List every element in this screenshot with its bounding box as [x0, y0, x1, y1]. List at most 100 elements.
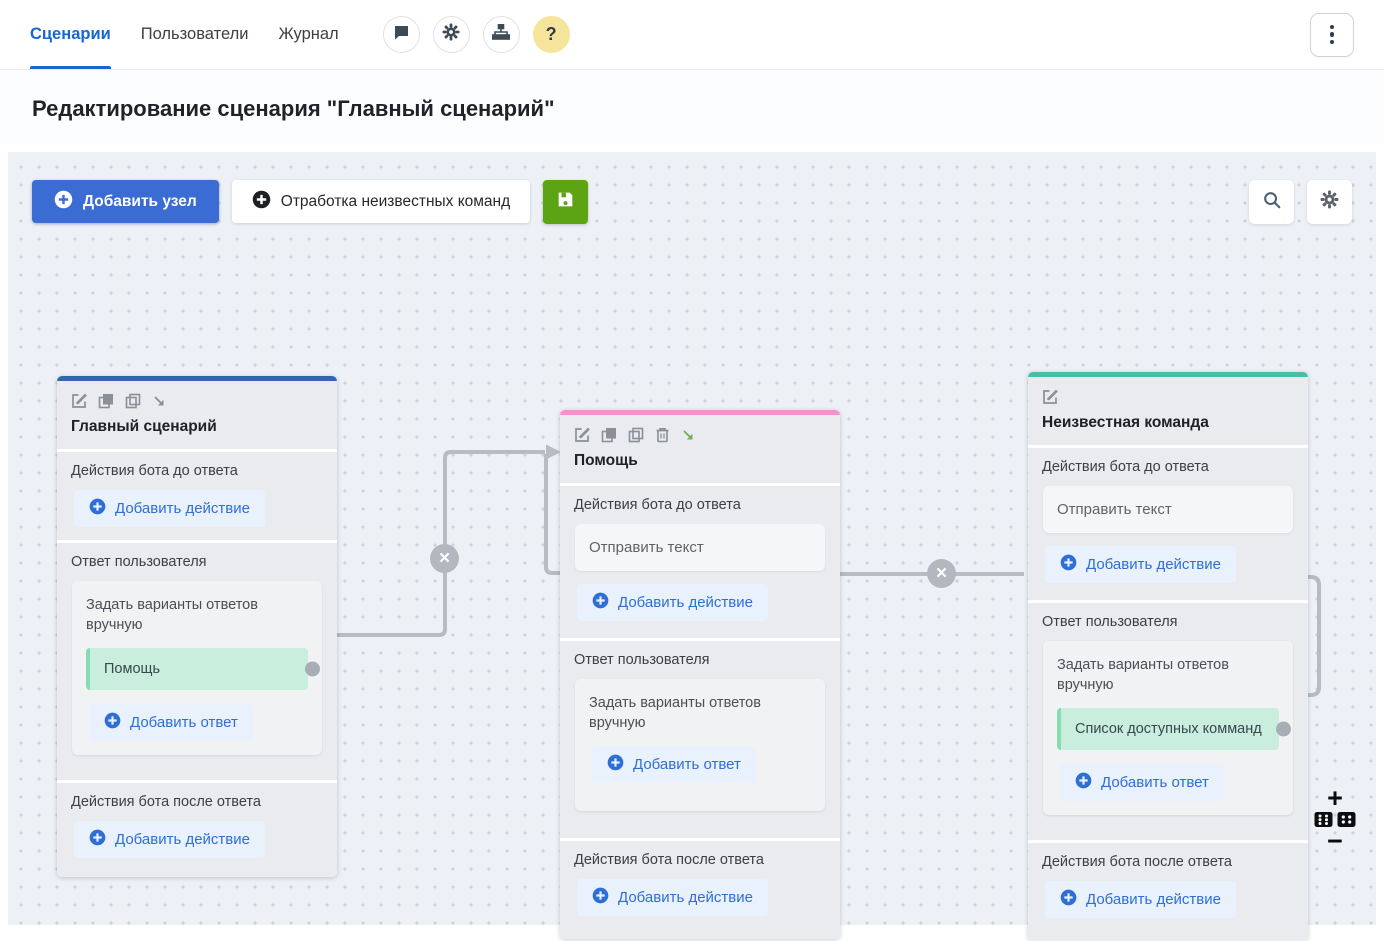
- plus-circle-icon: [1060, 554, 1077, 575]
- section-label: Действия бота после ответа: [1042, 854, 1294, 870]
- sitemap-button[interactable]: [483, 16, 520, 53]
- node-header: Неизвестная команда: [1028, 377, 1308, 445]
- add-answer-label: Добавить ответ: [633, 756, 741, 773]
- manual-variants-label: Задать варианты ответов вручную: [589, 693, 811, 734]
- section-label: Ответ пользователя: [71, 554, 323, 570]
- add-answer-button[interactable]: Добавить ответ: [592, 746, 756, 783]
- plus-circle-icon: [104, 712, 121, 733]
- connector-dot[interactable]: [305, 661, 320, 676]
- save-icon: [555, 189, 576, 215]
- add-action-button[interactable]: Добавить действие: [577, 879, 768, 916]
- add-answer-button[interactable]: Добавить ответ: [1060, 764, 1224, 801]
- action-send-text[interactable]: Отправить текст: [575, 524, 825, 571]
- plus-circle-icon: [592, 592, 609, 613]
- node-title: Помощь: [574, 452, 826, 470]
- section-user-answer: Ответ пользователя Задать варианты ответ…: [1028, 603, 1308, 840]
- unknown-commands-button[interactable]: Отработка неизвестных команд: [232, 180, 530, 223]
- zoom-in-button[interactable]: +: [1327, 786, 1343, 810]
- copy-filled-icon[interactable]: [601, 427, 617, 443]
- node-main-scenario[interactable]: Главный сценарий Действия бота до ответа…: [57, 376, 337, 877]
- canvas-view-controls: + −: [1308, 786, 1362, 853]
- top-nav: Сценарии Пользователи Журнал: [0, 0, 1384, 70]
- tab-users[interactable]: Пользователи: [141, 0, 249, 69]
- tab-scenarios[interactable]: Сценарии: [30, 0, 111, 69]
- plus-circle-icon: [1075, 772, 1092, 793]
- add-answer-button[interactable]: Добавить ответ: [89, 704, 253, 741]
- add-action-button[interactable]: Добавить действие: [74, 490, 265, 527]
- section-label: Ответ пользователя: [574, 652, 826, 668]
- section-label: Действия бота до ответа: [71, 463, 323, 479]
- plus-circle-icon: [89, 498, 106, 519]
- kebab-dot: [1330, 40, 1335, 45]
- edit-icon[interactable]: [574, 427, 590, 443]
- title-strip: Редактирование сценария "Главный сценари…: [0, 70, 1384, 144]
- section-label: Ответ пользователя: [1042, 614, 1294, 630]
- section-label: Действия бота до ответа: [574, 497, 826, 513]
- add-action-label: Добавить действие: [115, 500, 250, 517]
- add-action-button[interactable]: Добавить действие: [74, 821, 265, 858]
- add-action-label: Добавить действие: [618, 889, 753, 906]
- kebab-dot: [1330, 32, 1335, 37]
- answer-chip-commands[interactable]: Список доступных комманд: [1057, 708, 1279, 750]
- plus-circle-icon: [607, 754, 624, 775]
- edit-icon[interactable]: [71, 393, 87, 409]
- kebab-menu-button[interactable]: [1310, 13, 1354, 57]
- settings-button[interactable]: [433, 16, 470, 53]
- answer-card[interactable]: Задать варианты ответов вручную Помощь Д…: [72, 581, 322, 755]
- canvas-settings-button[interactable]: [1307, 180, 1352, 224]
- delete-connection-button[interactable]: ×: [927, 559, 956, 588]
- section-label: Действия бота до ответа: [1042, 459, 1294, 475]
- section-after-answer: Действия бота после ответа Добавить дейс…: [57, 783, 337, 877]
- connector-dot[interactable]: [1276, 721, 1291, 736]
- section-before-answer: Действия бота до ответа Отправить текст …: [560, 486, 840, 638]
- wire-help-entry: [546, 454, 560, 573]
- section-label: Действия бота после ответа: [574, 852, 826, 868]
- answer-chip-help[interactable]: Помощь: [86, 648, 308, 690]
- section-label: Действия бота после ответа: [71, 794, 323, 810]
- node-title: Главный сценарий: [71, 418, 323, 436]
- chat-icon: [393, 24, 410, 46]
- add-action-label: Добавить действие: [1086, 556, 1221, 573]
- node-unknown-command[interactable]: Неизвестная команда Действия бота до отв…: [1028, 372, 1308, 941]
- delete-connection-button[interactable]: ×: [430, 544, 459, 573]
- add-action-button[interactable]: Добавить действие: [1045, 546, 1236, 583]
- sitemap-icon: [492, 24, 510, 45]
- save-button[interactable]: [543, 180, 588, 224]
- chat-button[interactable]: [383, 16, 420, 53]
- kebab-menu-icon: [1330, 25, 1335, 30]
- answer-card[interactable]: Задать варианты ответов вручную Добавить…: [575, 679, 825, 811]
- scenario-canvas[interactable]: Добавить узел Отработка неизвестных кома…: [8, 152, 1376, 925]
- trash-icon[interactable]: [655, 427, 670, 443]
- answer-chip-label: Список доступных комманд: [1075, 721, 1262, 737]
- manual-variants-label: Задать варианты ответов вручную: [1057, 655, 1279, 696]
- plus-circle-icon: [252, 190, 271, 214]
- copy-outline-icon[interactable]: [628, 427, 644, 443]
- manual-variants-label: Задать варианты ответов вручную: [86, 595, 308, 636]
- plus-circle-icon: [592, 887, 609, 908]
- zoom-out-button[interactable]: −: [1327, 829, 1343, 853]
- section-before-answer: Действия бота до ответа Добавить действи…: [57, 452, 337, 540]
- resize-arrow-icon[interactable]: [152, 394, 166, 408]
- edit-icon[interactable]: [1042, 389, 1058, 405]
- plus-circle-icon: [1060, 889, 1077, 910]
- add-node-button[interactable]: Добавить узел: [32, 180, 219, 223]
- add-action-button[interactable]: Добавить действие: [577, 584, 768, 621]
- plus-circle-icon: [54, 190, 73, 214]
- search-icon: [1262, 190, 1282, 215]
- action-send-text[interactable]: Отправить текст: [1043, 486, 1293, 533]
- nav-icon-buttons: ?: [383, 16, 570, 53]
- search-button[interactable]: [1249, 180, 1294, 224]
- add-node-label: Добавить узел: [83, 193, 197, 211]
- answer-card[interactable]: Задать варианты ответов вручную Список д…: [1043, 641, 1293, 815]
- section-after-answer: Действия бота после ответа Добавить дейс…: [560, 841, 840, 939]
- copy-outline-icon[interactable]: [125, 393, 141, 409]
- add-action-label: Добавить действие: [1086, 891, 1221, 908]
- copy-filled-icon[interactable]: [98, 393, 114, 409]
- add-action-button[interactable]: Добавить действие: [1045, 881, 1236, 918]
- wire-arrowhead: [546, 445, 561, 460]
- node-help[interactable]: Помощь Действия бота до ответа Отправить…: [560, 410, 840, 939]
- tab-journal[interactable]: Журнал: [278, 0, 338, 69]
- help-button[interactable]: ?: [533, 16, 570, 53]
- resize-arrow-icon[interactable]: [681, 428, 695, 442]
- help-icon: ?: [546, 24, 557, 45]
